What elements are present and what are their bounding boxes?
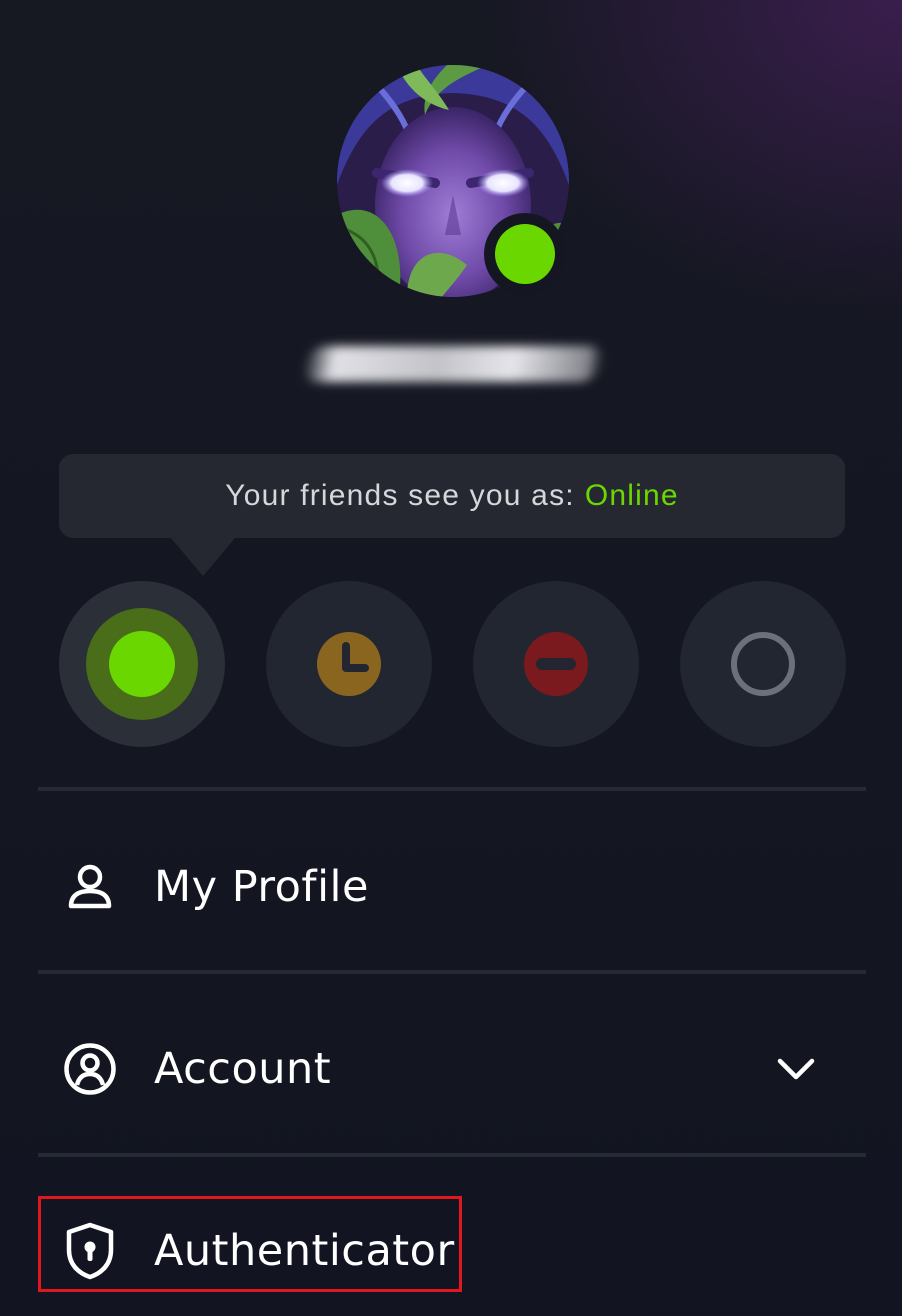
online-dot-icon xyxy=(495,224,555,284)
person-icon xyxy=(62,859,118,915)
status-current: Online xyxy=(584,479,679,512)
status-option-busy[interactable] xyxy=(473,581,639,747)
menu-item-authenticator[interactable]: Authenticator xyxy=(38,1176,866,1316)
status-prefix: Your friends see you as: xyxy=(225,479,575,512)
menu-item-label: Account xyxy=(154,1044,332,1094)
user-circle-icon xyxy=(62,1041,118,1097)
divider xyxy=(38,787,866,791)
menu-item-label: Authenticator xyxy=(154,1226,455,1276)
username-redacted xyxy=(298,338,608,390)
online-dot-icon xyxy=(86,608,198,720)
status-tooltip: Your friends see you as: Online xyxy=(59,454,845,576)
minus-circle-icon xyxy=(524,632,588,696)
divider xyxy=(38,970,866,974)
menu-item-account[interactable]: Account xyxy=(38,994,866,1144)
menu-item-label: My Profile xyxy=(154,862,369,912)
clock-icon xyxy=(317,632,381,696)
chevron-down-icon[interactable] xyxy=(774,1047,818,1091)
status-option-offline[interactable] xyxy=(680,581,846,747)
status-option-online[interactable] xyxy=(59,581,225,747)
presence-status-indicator xyxy=(484,213,566,295)
divider xyxy=(38,1153,866,1157)
empty-circle-icon xyxy=(731,632,795,696)
menu-item-my-profile[interactable]: My Profile xyxy=(38,812,866,962)
tooltip-arrow xyxy=(171,538,235,576)
shield-lock-icon xyxy=(62,1222,118,1280)
status-option-away[interactable] xyxy=(266,581,432,747)
